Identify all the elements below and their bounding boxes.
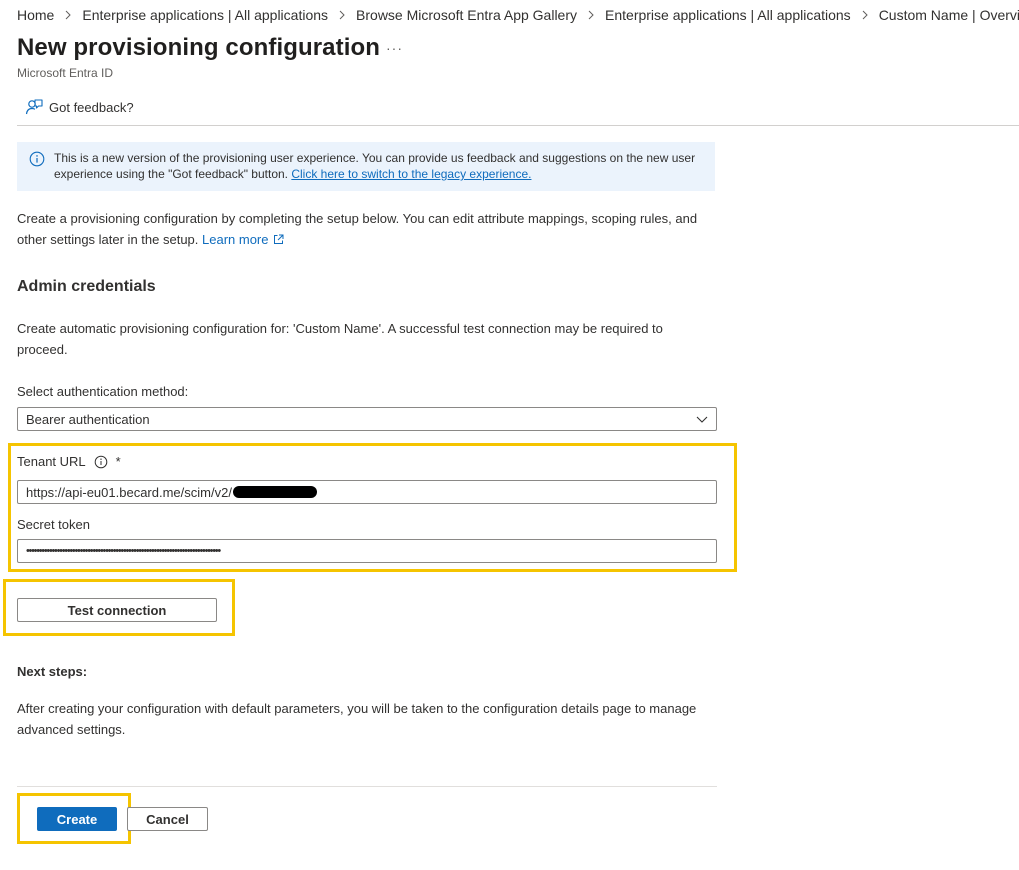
admin-credentials-description: Create automatic provisioning configurat… xyxy=(17,321,663,357)
external-link-icon xyxy=(274,234,284,244)
breadcrumb-custom-name-overview[interactable]: Custom Name | Overview xyxy=(879,7,1019,23)
chevron-right-icon xyxy=(587,10,595,20)
next-steps-description: After creating your configuration with d… xyxy=(17,701,697,737)
auth-method-label: Select authentication method: xyxy=(17,384,189,399)
admin-credentials-heading: Admin credentials xyxy=(17,278,156,295)
chevron-right-icon xyxy=(338,10,346,20)
chevron-right-icon xyxy=(861,10,869,20)
switch-legacy-link[interactable]: Click here to switch to the legacy exper… xyxy=(291,167,531,181)
feedback-label: Got feedback? xyxy=(49,99,134,115)
info-icon xyxy=(29,151,45,167)
breadcrumb-app-gallery[interactable]: Browse Microsoft Entra App Gallery xyxy=(356,7,577,23)
secret-token-value: ••••••••••••••••••••••••••••••••••••••••… xyxy=(26,544,221,557)
breadcrumb: Home Enterprise applications | All appli… xyxy=(17,7,1019,23)
tenant-url-label: Tenant URL xyxy=(17,454,86,469)
test-connection-button[interactable]: Test connection xyxy=(17,598,217,622)
redacted-block xyxy=(232,486,317,498)
learn-more-link[interactable]: Learn more xyxy=(202,232,284,247)
tenant-url-label-row: Tenant URL * xyxy=(17,454,121,469)
breadcrumb-enterprise-apps[interactable]: Enterprise applications | All applicatio… xyxy=(82,7,328,23)
info-tooltip-icon[interactable] xyxy=(94,455,108,469)
intro-text-block: Create a provisioning configuration by c… xyxy=(17,208,717,250)
breadcrumb-enterprise-apps-2[interactable]: Enterprise applications | All applicatio… xyxy=(605,7,851,23)
next-steps-heading: Next steps: xyxy=(17,664,88,679)
learn-more-label: Learn more xyxy=(202,232,269,247)
more-options-button[interactable]: ··· xyxy=(386,40,403,56)
create-button[interactable]: Create xyxy=(37,807,117,831)
tenant-url-input[interactable]: https://api-eu01.becard.me/scim/v2/ xyxy=(17,480,717,504)
footer-divider xyxy=(17,786,717,787)
page-title: New provisioning configuration xyxy=(17,34,380,61)
info-banner: This is a new version of the provisionin… xyxy=(17,142,715,191)
page-subtitle: Microsoft Entra ID xyxy=(17,66,114,80)
secret-token-label: Secret token xyxy=(17,517,90,532)
auth-method-value: Bearer authentication xyxy=(26,411,150,427)
auth-method-dropdown[interactable]: Bearer authentication xyxy=(17,407,717,431)
chevron-down-icon xyxy=(696,416,708,423)
feedback-person-icon xyxy=(25,99,43,115)
header-divider xyxy=(17,125,1019,126)
got-feedback-button[interactable]: Got feedback? xyxy=(25,98,134,116)
breadcrumb-home[interactable]: Home xyxy=(17,7,54,23)
tenant-url-value: https://api-eu01.becard.me/scim/v2/ xyxy=(26,484,232,500)
secret-token-input[interactable]: ••••••••••••••••••••••••••••••••••••••••… xyxy=(17,539,717,563)
chevron-right-icon xyxy=(64,10,72,20)
intro-text: Create a provisioning configuration by c… xyxy=(17,211,698,247)
cancel-button[interactable]: Cancel xyxy=(127,807,208,831)
required-marker: * xyxy=(115,454,121,469)
